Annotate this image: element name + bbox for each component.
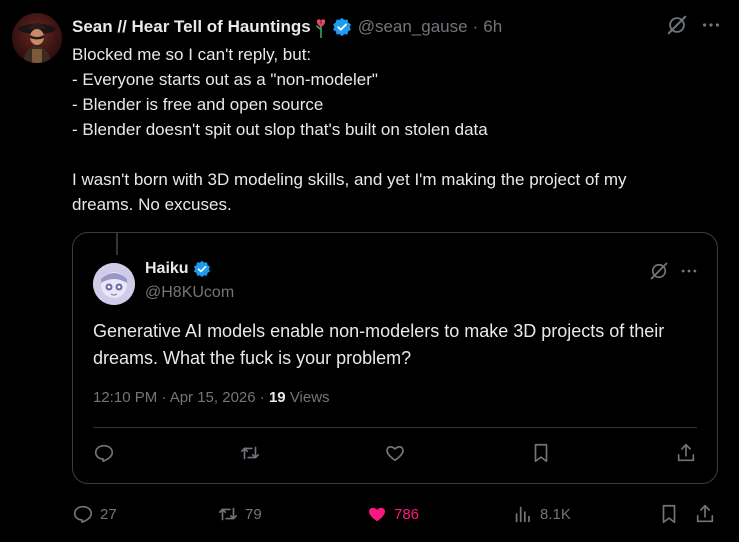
reply-count: 27 [100,505,117,523]
share-icon[interactable] [675,442,697,464]
quoted-tweet-time[interactable]: 12:10 PM · Apr 15, 2026 · [93,389,265,406]
rose-emoji-icon [314,16,328,38]
quoted-divider [93,427,697,428]
tweet-body-line: - Blender doesn't spit out slop that's b… [72,120,488,139]
tweet-body: Blocked me so I can't reply, but: - Ever… [72,42,722,217]
quoted-action-bar [93,439,697,467]
tweet-action-bar: 27 79 786 8.1K [72,502,722,526]
quoted-display-name[interactable]: Haiku [145,260,189,278]
views-icon [512,503,534,525]
tweet: Sean // Hear Tell of Hauntings @sean_gau… [0,0,739,542]
repost-count: 79 [245,505,262,523]
reply-button[interactable]: 27 [72,502,117,526]
separator-dot: · [472,17,479,36]
grok-icon[interactable] [649,261,669,281]
reply-icon[interactable] [93,442,115,464]
views-count: 8.1K [540,505,571,523]
reply-icon [72,503,94,525]
repost-icon [217,503,239,525]
like-count: 786 [394,505,420,523]
like-icon[interactable] [384,442,406,464]
bookmark-icon[interactable] [530,442,552,464]
quoted-author-avatar[interactable] [93,263,135,305]
share-button[interactable] [694,502,716,526]
repost-button[interactable]: 79 [217,502,262,526]
like-button[interactable]: 786 [366,502,419,526]
quoted-tweet-text: Generative AI models enable non-modelers… [93,321,665,368]
bookmark-icon [658,503,680,525]
tweet-body-line [72,142,722,167]
quoted-views-count: 19 [268,389,286,406]
quoted-tweet-meta: 12:10 PM · Apr 15, 2026 · 19 Views [93,389,330,406]
tweet-body-line: I wasn't born with 3D modeling skills, a… [72,170,627,189]
bookmark-button[interactable] [658,502,680,526]
quoted-name-row: Haiku [145,260,211,278]
author-avatar[interactable] [12,13,62,63]
tweet-top-actions [666,14,722,36]
author-display-name[interactable]: Sean // Hear Tell of Hauntings [72,17,311,37]
tweet-body-line: dreams. No excuses. [72,195,232,214]
author-handle[interactable]: @sean_gause [358,17,468,37]
share-icon [694,503,716,525]
verified-badge-icon [193,260,211,278]
grok-icon[interactable] [666,14,688,36]
quoted-tweet[interactable]: Haiku @H8KUcom Generative AI models enab… [72,232,718,484]
quoted-views-label: Views [289,389,330,406]
tweet-body-line: - Everyone starts out as a "non-modeler" [72,70,378,89]
quoted-handle[interactable]: @H8KUcom [145,284,234,302]
views-button[interactable]: 8.1K [512,502,571,526]
tweet-header: Sean // Hear Tell of Hauntings @sean_gau… [72,14,502,40]
repost-icon[interactable] [239,442,261,464]
thread-connector-line [116,233,118,255]
verified-badge-icon [332,17,352,37]
more-icon[interactable] [679,261,699,281]
like-icon-filled [366,503,388,525]
tweet-body-line: Blocked me so I can't reply, but: [72,45,312,64]
tweet-time[interactable]: 6h [483,17,502,37]
quoted-top-actions [649,261,699,281]
more-icon[interactable] [700,14,722,36]
tweet-body-line: - Blender is free and open source [72,95,324,114]
